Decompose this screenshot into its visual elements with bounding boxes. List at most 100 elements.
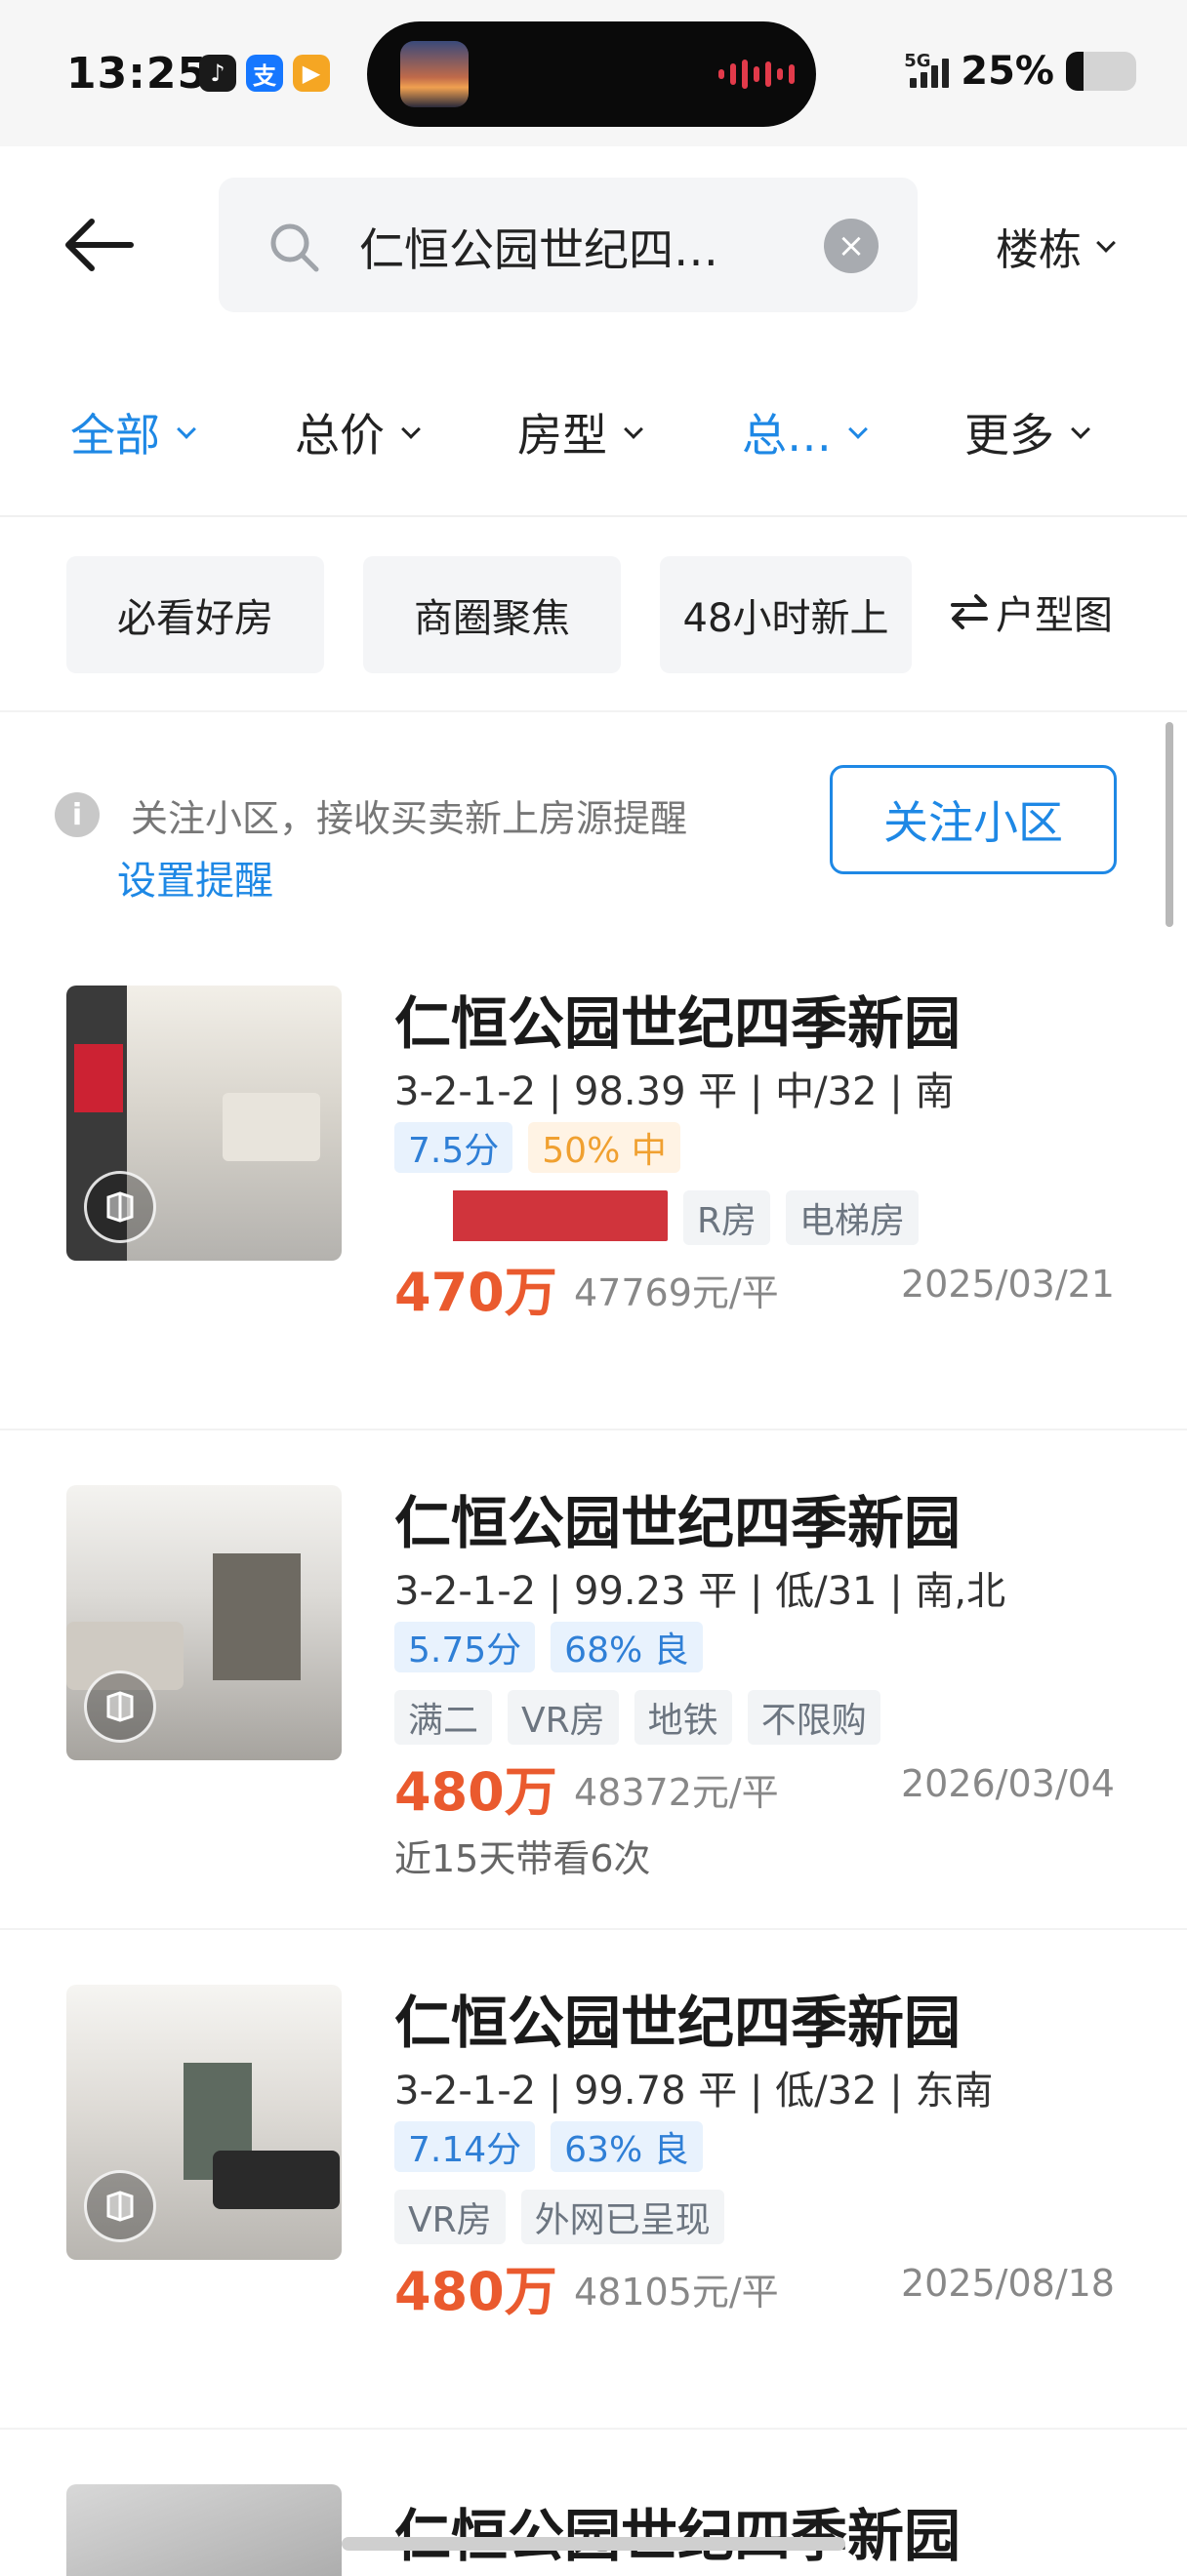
search-input[interactable]: 仁恒公园世纪四… ×	[219, 178, 918, 312]
tag: 不限购	[747, 1690, 880, 1745]
vr-cube-icon	[106, 1691, 134, 1722]
follow-hint-text: 关注小区，接收买卖新上房源提醒	[131, 797, 688, 840]
quick-tag-new-48h[interactable]: 48小时新上	[660, 556, 912, 673]
search-header: 仁恒公园世纪四… × 楼栋	[0, 146, 1187, 351]
rating-badge: 63% 良	[551, 2121, 703, 2172]
total-price: 470万	[394, 1262, 557, 1323]
search-icon	[270, 223, 319, 272]
clear-search-button[interactable]: ×	[824, 219, 879, 273]
redacted-tags	[394, 1190, 668, 1241]
music-app-icon: ♪	[199, 55, 236, 92]
quick-tag-business-district[interactable]: 商圈聚焦	[363, 556, 621, 673]
home-indicator[interactable]	[342, 2537, 845, 2551]
status-bar: 13:25 ♪ 支 ▶ 5G 25%	[0, 0, 1187, 146]
filter-label: 更多	[964, 409, 1054, 462]
chevron-down-icon	[401, 420, 421, 439]
building-dropdown[interactable]: 楼栋	[996, 215, 1116, 277]
listing-photo[interactable]	[66, 2484, 342, 2576]
floorplan-label: 户型图	[996, 593, 1113, 638]
network-type: 5G	[904, 51, 931, 71]
chevron-down-icon	[177, 420, 196, 439]
filter-all[interactable]: 全部	[70, 400, 196, 464]
score-badge: 5.75分	[394, 1622, 536, 1672]
listing-card[interactable]: 仁恒公园世纪四季新园 3-2-1-2 | 99.23 平 | 低/31 | 南,…	[0, 1430, 1187, 1930]
battery-percent: 25%	[961, 49, 1054, 94]
vr-tour-icon[interactable]	[84, 1670, 156, 1743]
listing-card[interactable]: 仁恒公园世纪四季新园 3-2-1-2 | 99.78 平 | 低/32 | 东南…	[0, 1930, 1187, 2430]
follow-community-button[interactable]: 关注小区	[830, 765, 1117, 874]
now-playing-artwork	[400, 41, 469, 107]
listing-badges: 7.5分 50% 中	[394, 1122, 680, 1173]
rating-badge: 68% 良	[551, 1622, 703, 1672]
vr-tour-icon[interactable]	[84, 1171, 156, 1243]
tag: 外网已呈现	[520, 2190, 724, 2244]
chevron-down-icon	[1071, 420, 1090, 439]
swap-arrows-icon	[951, 594, 988, 629]
chevron-down-icon	[1096, 233, 1116, 253]
listing-date: 2025/08/18	[900, 2262, 1115, 2305]
unit-price: 48105元/平	[574, 2271, 779, 2314]
viewing-count: 近15天带看6次	[394, 1837, 651, 1880]
total-price: 480万	[394, 2261, 557, 2322]
listing-title: 仁恒公园世纪四季新园	[394, 1490, 962, 1556]
quick-filter-row: 必看好房 商圈聚焦 48小时新上 户型图	[0, 517, 1187, 712]
filter-label: 房型	[517, 409, 607, 462]
follow-community-banner: i 关注小区，接收买卖新上房源提醒 设置提醒 关注小区	[0, 714, 1187, 929]
filter-total-sort[interactable]: 总…	[742, 400, 868, 464]
listing-photo[interactable]	[66, 986, 342, 1261]
filter-total-price[interactable]: 总价	[295, 400, 421, 464]
info-icon: i	[55, 792, 100, 837]
listing-photo[interactable]	[66, 1485, 342, 1760]
unit-price: 47769元/平	[574, 1271, 779, 1314]
filter-label: 总价	[295, 409, 385, 462]
tag: VR房	[508, 1690, 619, 1745]
vr-cube-icon	[106, 1191, 134, 1223]
listing-badges: 7.14分 63% 良	[394, 2121, 703, 2172]
listing-tags: 满二 VR房 地铁 不限购	[394, 1690, 880, 1745]
listing-badges: 5.75分 68% 良	[394, 1622, 703, 1672]
filter-label: 总…	[742, 409, 832, 462]
listing-card-partial[interactable]: 仁恒公园世纪四季新园	[0, 2469, 1187, 2576]
listing-title: 仁恒公园世纪四季新园	[394, 1990, 962, 2056]
listing-date: 2026/03/04	[900, 1762, 1115, 1805]
filter-more[interactable]: 更多	[964, 400, 1090, 464]
listing-photo[interactable]	[66, 1985, 342, 2260]
filter-label: 全部	[70, 409, 160, 462]
video-app-icon: ▶	[293, 55, 330, 92]
status-time: 13:25	[66, 49, 209, 99]
alipay-icon: 支	[246, 55, 283, 92]
chevron-down-icon	[848, 420, 868, 439]
status-app-icons: ♪ 支 ▶	[199, 55, 330, 92]
listing-date: 2025/03/21	[900, 1263, 1115, 1306]
chevron-down-icon	[624, 420, 643, 439]
tag: VR房	[394, 2190, 506, 2244]
listing-title: 仁恒公园世纪四季新园	[394, 990, 962, 1057]
audio-wave-icon	[718, 59, 795, 90]
tag: 电梯房	[786, 1190, 920, 1245]
listing-card[interactable]: 仁恒公园世纪四季新园 3-2-1-2 | 98.39 平 | 中/32 | 南 …	[0, 931, 1187, 1430]
building-dropdown-label: 楼栋	[996, 225, 1082, 275]
status-indicators: 5G 25%	[904, 49, 1136, 94]
filter-layout[interactable]: 房型	[517, 400, 643, 464]
scrollbar[interactable]	[1166, 722, 1173, 927]
dynamic-island[interactable]	[367, 21, 816, 127]
listing-tags: R房 电梯房	[394, 1190, 920, 1245]
listing-tags: VR房 外网已呈现	[394, 2190, 724, 2244]
back-arrow-icon	[65, 219, 134, 271]
total-price: 480万	[394, 1761, 557, 1823]
listing-detail: 3-2-1-2 | 99.78 平 | 低/32 | 东南	[394, 2069, 994, 2113]
tag: 满二	[394, 1690, 493, 1745]
tag: 地铁	[634, 1690, 732, 1745]
listing-title: 仁恒公园世纪四季新园	[394, 2503, 962, 2569]
vr-cube-icon	[106, 2191, 134, 2222]
set-reminder-link[interactable]: 设置提醒	[117, 849, 273, 906]
cellular-signal-icon: 5G	[904, 51, 950, 88]
score-badge: 7.5分	[394, 1122, 513, 1173]
vr-tour-icon[interactable]	[84, 2170, 156, 2242]
back-button[interactable]	[61, 211, 139, 279]
floorplan-toggle[interactable]: 户型图	[949, 584, 1113, 640]
quick-tag-must-see[interactable]: 必看好房	[66, 556, 324, 673]
search-query: 仁恒公园世纪四…	[359, 223, 718, 276]
rating-badge: 50% 中	[528, 1122, 680, 1173]
listing-detail: 3-2-1-2 | 98.39 平 | 中/32 | 南	[394, 1069, 955, 1114]
